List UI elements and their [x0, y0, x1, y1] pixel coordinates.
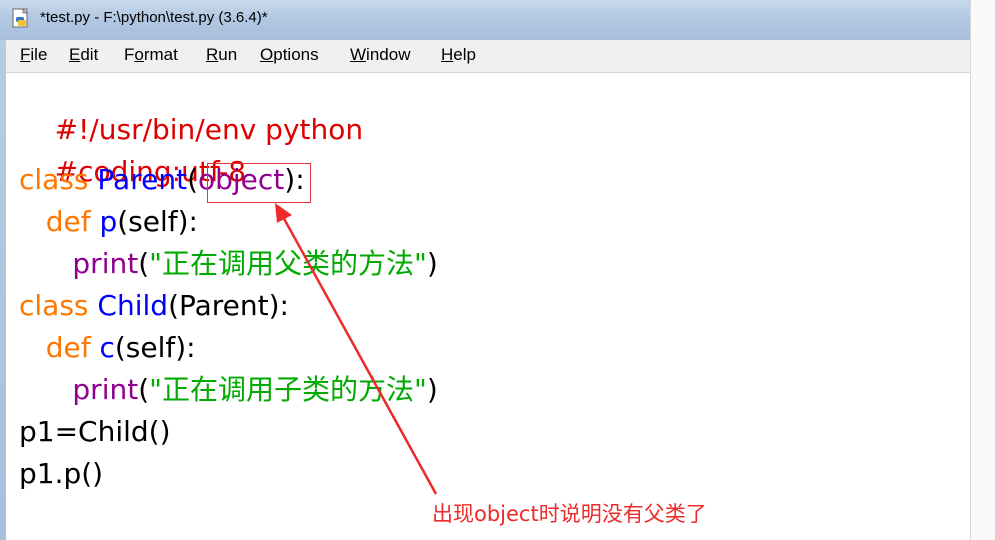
statement: p1.p(): [19, 457, 104, 490]
method-name-p: p: [99, 205, 118, 238]
open-paren: (: [187, 163, 198, 196]
class-bases: (Parent):: [168, 289, 289, 322]
builtin-print: print: [72, 247, 139, 280]
menu-format-prefix: F: [124, 45, 135, 64]
class-name-parent: Parent: [97, 163, 188, 196]
open-paren: (: [138, 247, 150, 280]
builtin-print: print: [72, 373, 139, 406]
string-literal: "正在调用父类的方法": [149, 247, 427, 280]
menu-window[interactable]: Window: [350, 45, 410, 65]
window-title: *test.py - F:\python\test.py (3.6.4)*: [40, 9, 268, 26]
class-keyword: class: [19, 163, 89, 196]
code-line-9: p1=Child(): [19, 415, 171, 449]
code-line-6: class Child(Parent):: [19, 289, 289, 323]
python-file-icon: [12, 8, 28, 28]
code-line-7: def c(self):: [19, 331, 196, 365]
open-paren: (: [138, 373, 150, 406]
title-bar: *test.py - F:\python\test.py (3.6.4)*: [0, 0, 995, 40]
object-highlight-box: [207, 163, 311, 203]
code-editor[interactable]: #!/usr/bin/env python #coding:utf-8 clas…: [6, 73, 970, 540]
menu-options[interactable]: Options: [260, 45, 319, 65]
menu-window-label: indow: [366, 45, 411, 64]
code-line-5: print("正在调用父类的方法"): [19, 247, 438, 281]
method-name-c: c: [99, 331, 115, 364]
code-line-4: def p(self):: [19, 205, 198, 239]
annotation-label: 出现object时说明没有父类了: [432, 502, 707, 526]
menu-format-label: rmat: [143, 45, 178, 64]
menu-options-label: ptions: [273, 45, 319, 64]
method-args: (self):: [114, 331, 196, 364]
menu-edit-label: dit: [80, 45, 99, 64]
menu-run-accel: R: [206, 45, 219, 64]
menu-format[interactable]: Format: [124, 45, 178, 65]
menu-run-label: un: [218, 45, 238, 64]
method-args: (self):: [117, 205, 198, 238]
menu-run[interactable]: Run: [206, 45, 237, 65]
menu-help-label: elp: [453, 45, 476, 64]
class-keyword: class: [19, 289, 89, 322]
vertical-scrollbar[interactable]: [970, 0, 995, 540]
menu-format-accel: o: [134, 45, 144, 64]
menu-bar: File Edit Format Run Options Window Help: [6, 40, 970, 73]
class-name-child: Child: [97, 289, 169, 322]
def-keyword: def: [45, 205, 91, 238]
def-keyword: def: [45, 331, 91, 364]
menu-edit-accel: E: [69, 45, 81, 64]
menu-help[interactable]: Help: [441, 45, 476, 65]
string-literal: "正在调用子类的方法": [149, 373, 427, 406]
close-paren: ): [426, 247, 438, 280]
menu-help-accel: H: [441, 45, 454, 64]
menu-edit[interactable]: Edit: [69, 45, 98, 65]
close-paren: ): [426, 373, 438, 406]
menu-file-accel: F: [20, 45, 31, 64]
menu-file[interactable]: File: [20, 45, 47, 65]
code-line-10: p1.p(): [19, 457, 103, 491]
menu-options-accel: O: [260, 45, 274, 64]
statement: p1=Child(): [19, 415, 171, 448]
menu-file-label: ile: [30, 45, 48, 64]
code-line-8: print("正在调用子类的方法"): [19, 373, 438, 407]
menu-window-accel: W: [350, 45, 367, 64]
